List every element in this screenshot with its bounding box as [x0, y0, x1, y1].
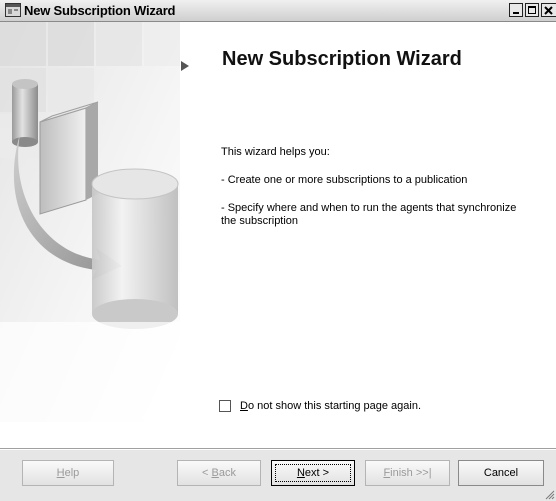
wizard-window-icon	[5, 3, 21, 17]
wizard-window: New Subscription Wizard New Subscription…	[0, 0, 556, 501]
bullet-specify-agents: - Specify where and when to run the agen…	[221, 202, 517, 227]
bullet-create-subscriptions: - Create one or more subscriptions to a …	[221, 174, 468, 186]
minimize-icon[interactable]	[509, 3, 523, 17]
back-label: ack	[218, 467, 236, 479]
page-title: New Subscription Wizard	[222, 48, 462, 70]
help-label: elp	[64, 467, 80, 479]
finish-button[interactable]: Finish >>|	[365, 460, 450, 486]
cancel-button[interactable]: Cancel	[458, 460, 544, 486]
help-mnemonic: H	[56, 467, 65, 479]
wizard-illustration	[0, 22, 180, 422]
help-button[interactable]: Help	[22, 460, 114, 486]
skip-start-page-mnemonic: D	[240, 400, 248, 412]
title-bar[interactable]: New Subscription Wizard	[0, 0, 556, 22]
skip-start-page-label[interactable]: Do not show this starting page again.	[240, 400, 421, 412]
finish-label: inish >>|	[390, 467, 432, 479]
window-title: New Subscription Wizard	[24, 3, 176, 18]
intro-text: This wizard helps you:	[221, 146, 330, 158]
back-button[interactable]: < Back	[177, 460, 261, 486]
back-mnemonic: B	[211, 467, 219, 479]
skip-start-page-label-text: o not show this starting page again.	[247, 400, 422, 412]
triangle-right-icon	[181, 61, 189, 71]
next-button[interactable]: Next >	[271, 460, 355, 486]
resize-grip-icon[interactable]	[544, 489, 555, 500]
back-prefix: <	[202, 467, 212, 479]
skip-start-page-checkbox[interactable]	[219, 400, 231, 412]
focus-rectangle	[275, 464, 351, 482]
close-icon[interactable]	[541, 3, 556, 17]
maximize-icon[interactable]	[525, 3, 539, 17]
